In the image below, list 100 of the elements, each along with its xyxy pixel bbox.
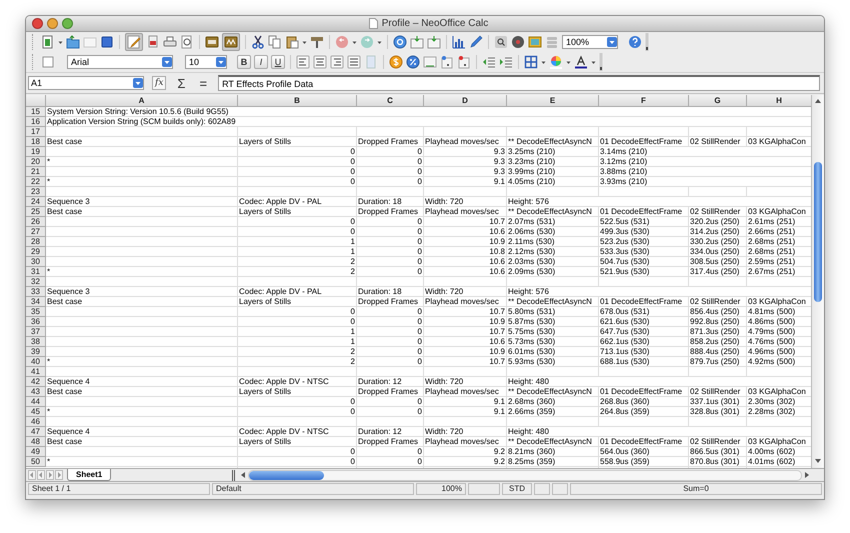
- row-number[interactable]: 20: [26, 157, 46, 167]
- row-number[interactable]: 35: [26, 307, 46, 317]
- folder-icon[interactable]: [66, 35, 80, 49]
- row-number[interactable]: 23: [26, 187, 46, 197]
- font-color-icon[interactable]: [574, 55, 588, 69]
- italic-button[interactable]: I: [254, 55, 268, 69]
- minimize-button[interactable]: [47, 18, 58, 29]
- sheet-indicator: Sheet 1 / 1: [28, 483, 210, 495]
- row-number[interactable]: 27: [26, 227, 46, 237]
- sum-button[interactable]: Σ: [174, 76, 188, 90]
- font-name-field[interactable]: Arial: [67, 55, 173, 69]
- justify-icon[interactable]: [347, 55, 361, 69]
- row-number[interactable]: 16: [26, 117, 46, 127]
- column-header[interactable]: E: [507, 95, 599, 107]
- zoom-button[interactable]: [62, 18, 73, 29]
- align-center-icon[interactable]: [313, 55, 327, 69]
- row-number[interactable]: 38: [26, 337, 46, 347]
- scrollbar-thumb[interactable]: [814, 162, 822, 302]
- row-number[interactable]: 48: [26, 437, 46, 447]
- row-number[interactable]: 42: [26, 377, 46, 387]
- decrease-indent-icon[interactable]: [482, 55, 496, 69]
- percent-icon[interactable]: [406, 55, 420, 69]
- print-preview-icon[interactable]: [180, 35, 194, 49]
- column-header[interactable]: H: [747, 95, 812, 107]
- styles-icon[interactable]: [41, 55, 55, 69]
- row-number[interactable]: 31: [26, 267, 46, 277]
- row-number[interactable]: 19: [26, 147, 46, 157]
- row-number[interactable]: 45: [26, 407, 46, 417]
- save-icon[interactable]: [100, 35, 114, 49]
- row-number[interactable]: 49: [26, 447, 46, 457]
- row-number[interactable]: 17: [26, 127, 46, 137]
- borders-icon[interactable]: [524, 55, 538, 69]
- row-number[interactable]: 40: [26, 357, 46, 367]
- row-number[interactable]: 21: [26, 167, 46, 177]
- increase-indent-icon[interactable]: [499, 55, 513, 69]
- row-number[interactable]: 39: [26, 347, 46, 357]
- close-button[interactable]: [32, 18, 43, 29]
- toolbar-overflow-icon[interactable]: [599, 53, 603, 71]
- new-document-icon[interactable]: [41, 35, 55, 49]
- row-number[interactable]: 34: [26, 297, 46, 307]
- row-number[interactable]: 32: [26, 277, 46, 287]
- row-number[interactable]: 28: [26, 237, 46, 247]
- row-number[interactable]: 25: [26, 207, 46, 217]
- help-icon[interactable]: [628, 35, 642, 49]
- scroll-left-arrow-icon[interactable]: [240, 472, 246, 478]
- find-icon[interactable]: [494, 35, 508, 49]
- column-header[interactable]: A: [46, 95, 238, 107]
- first-sheet-icon[interactable]: [28, 470, 36, 480]
- bold-button[interactable]: B: [237, 55, 251, 69]
- row-number[interactable]: 18: [26, 137, 46, 147]
- row-number[interactable]: 24: [26, 197, 46, 207]
- row-number[interactable]: 29: [26, 247, 46, 257]
- column-header[interactable]: D: [424, 95, 507, 107]
- sheet-tab[interactable]: Sheet1: [67, 469, 112, 481]
- align-left-icon[interactable]: [296, 55, 310, 69]
- cut-icon[interactable]: [251, 35, 265, 49]
- align-right-icon[interactable]: [330, 55, 344, 69]
- font-size-field[interactable]: 10: [185, 55, 227, 69]
- row-number[interactable]: 44: [26, 397, 46, 407]
- column-header[interactable]: G: [689, 95, 747, 107]
- row-number[interactable]: 15: [26, 107, 46, 117]
- paste-icon[interactable]: [285, 35, 299, 49]
- edit-pencil-icon[interactable]: [127, 35, 141, 49]
- formula-input-field[interactable]: RT Effects Profile Data: [218, 75, 820, 91]
- row-number[interactable]: 47: [26, 427, 46, 437]
- bar-chart-icon[interactable]: [452, 35, 466, 49]
- row-number[interactable]: 41: [26, 367, 46, 377]
- row-number[interactable]: 46: [26, 417, 46, 427]
- scroll-right-arrow-icon[interactable]: [804, 472, 810, 478]
- horizontal-scrollbar[interactable]: [248, 470, 802, 480]
- last-sheet-icon[interactable]: [55, 470, 63, 480]
- currency-icon[interactable]: [389, 55, 403, 69]
- printer-icon[interactable]: [163, 35, 177, 49]
- column-header[interactable]: C: [357, 95, 424, 107]
- formula-button[interactable]: =: [196, 76, 210, 90]
- underline-button[interactable]: U: [271, 55, 285, 69]
- previous-sheet-icon[interactable]: [37, 470, 45, 480]
- scrollbar-thumb[interactable]: [249, 470, 324, 480]
- next-sheet-icon[interactable]: [46, 470, 54, 480]
- row-number[interactable]: 22: [26, 177, 46, 187]
- row-number[interactable]: 33: [26, 287, 46, 297]
- pencil-icon[interactable]: [469, 35, 483, 49]
- row-number[interactable]: 36: [26, 317, 46, 327]
- row-number[interactable]: 37: [26, 327, 46, 337]
- scroll-down-arrow-icon[interactable]: [815, 458, 821, 464]
- function-wizard-button[interactable]: fx: [152, 76, 166, 90]
- row-number[interactable]: 50: [26, 457, 46, 467]
- row-number[interactable]: 26: [26, 217, 46, 227]
- pdf-export-icon[interactable]: [146, 35, 160, 49]
- zoom-dropdown[interactable]: 100%: [562, 35, 618, 49]
- scroll-up-arrow-icon[interactable]: [815, 98, 821, 104]
- vertical-scrollbar[interactable]: [811, 95, 824, 468]
- cell-reference-field[interactable]: A1: [28, 76, 144, 90]
- column-header[interactable]: F: [599, 95, 689, 107]
- background-color-icon[interactable]: [549, 55, 563, 69]
- toolbar-overflow-icon[interactable]: [645, 33, 649, 51]
- row-number[interactable]: 30: [26, 257, 46, 267]
- row-number[interactable]: 43: [26, 387, 46, 397]
- column-header[interactable]: B: [238, 95, 357, 107]
- gallery-icon[interactable]: [528, 35, 542, 49]
